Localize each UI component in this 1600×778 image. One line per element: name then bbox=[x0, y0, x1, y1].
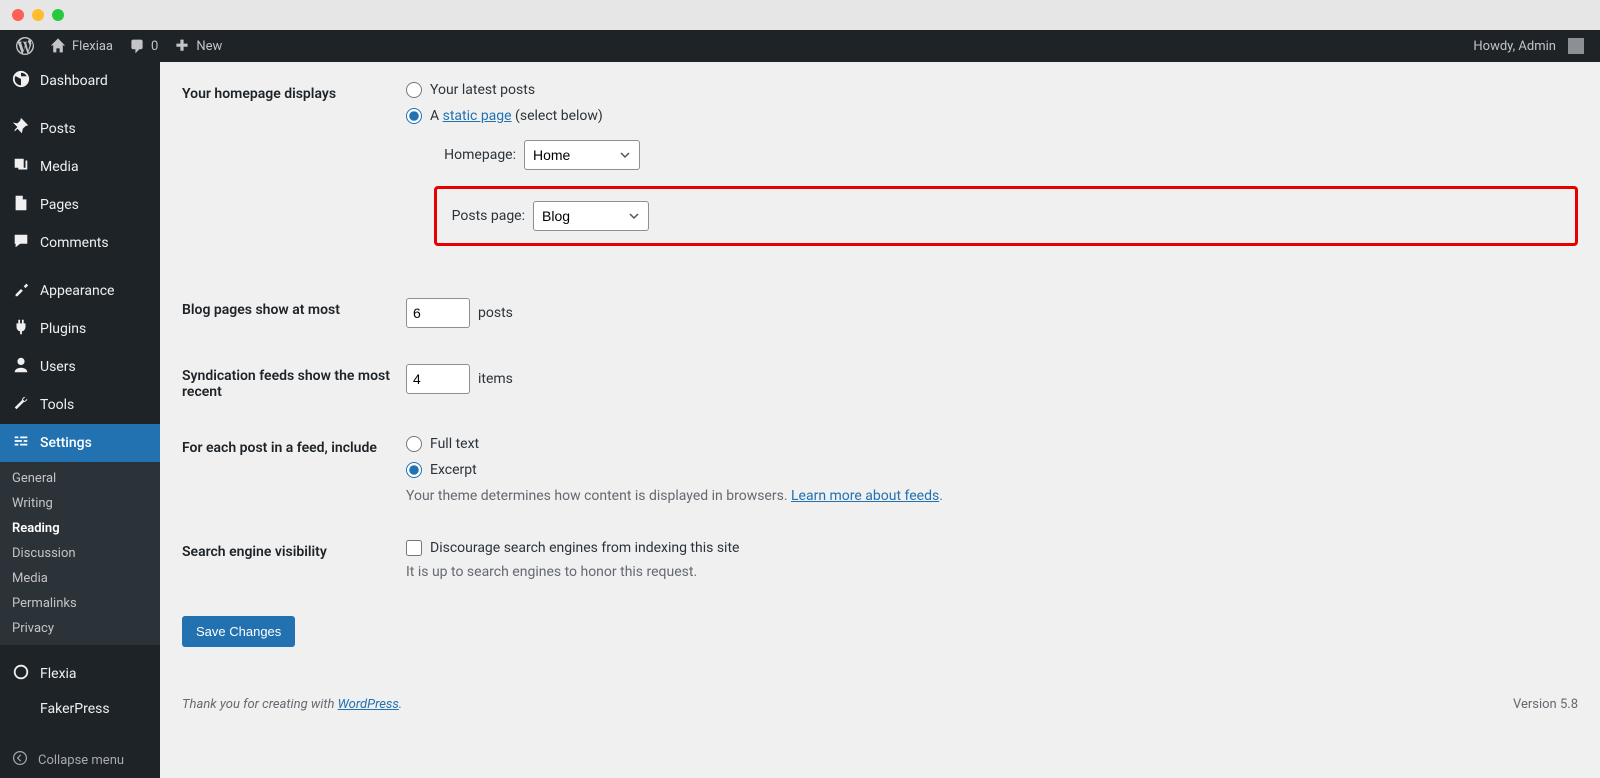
page-icon bbox=[12, 194, 30, 216]
app-window: Flexiaa 0 New Howdy, Admin Dashboard bbox=[0, 0, 1600, 778]
submenu-item-privacy[interactable]: Privacy bbox=[0, 616, 160, 641]
sidebar-item-tools[interactable]: Tools bbox=[0, 386, 160, 424]
window-controls bbox=[12, 9, 64, 21]
sidebar-item-flexia[interactable]: Flexia bbox=[0, 655, 160, 693]
new-label: New bbox=[196, 39, 222, 54]
user-menu[interactable]: Howdy, Admin bbox=[1465, 30, 1592, 62]
plugin-icon bbox=[12, 318, 30, 340]
sidebar-item-settings[interactable]: Settings bbox=[0, 424, 160, 462]
new-content-link[interactable]: New bbox=[166, 30, 230, 62]
feed-include-label: For each post in a feed, include bbox=[182, 436, 406, 504]
submenu-item-general[interactable]: General bbox=[0, 466, 160, 491]
static-page-link[interactable]: static page bbox=[443, 108, 512, 124]
wp-logo-button[interactable] bbox=[8, 30, 42, 62]
sev-hint: It is up to search engines to honor this… bbox=[406, 564, 1578, 580]
submenu-item-discussion[interactable]: Discussion bbox=[0, 541, 160, 566]
sidebar-item-dashboard[interactable]: Dashboard bbox=[0, 62, 160, 100]
collapse-menu-button[interactable]: Collapse menu bbox=[0, 742, 160, 778]
posts-page-highlight: Posts page: Blog bbox=[434, 186, 1578, 246]
sidebar-item-plugins[interactable]: Plugins bbox=[0, 310, 160, 348]
wrench-icon bbox=[12, 394, 30, 416]
radio-excerpt[interactable] bbox=[406, 462, 422, 478]
postspage-select-label: Posts page: bbox=[445, 208, 525, 224]
sidebar-item-pages[interactable]: Pages bbox=[0, 186, 160, 224]
site-link[interactable]: Flexiaa bbox=[42, 30, 121, 62]
posts-unit-label: posts bbox=[478, 305, 513, 321]
howdy-label: Howdy, Admin bbox=[1473, 39, 1556, 54]
blog-pages-label: Blog pages show at most bbox=[182, 298, 406, 328]
sidebar-item-label: Tools bbox=[40, 397, 74, 413]
comments-link[interactable]: 0 bbox=[121, 30, 166, 62]
sev-checkbox[interactable] bbox=[406, 540, 422, 556]
save-changes-button[interactable]: Save Changes bbox=[182, 616, 295, 647]
sidebar-item-label: Pages bbox=[40, 197, 79, 213]
version-label: Version 5.8 bbox=[1513, 697, 1578, 712]
radio-fulltext-label: Full text bbox=[430, 436, 479, 452]
comment-icon bbox=[129, 38, 145, 54]
theme-icon bbox=[12, 663, 30, 685]
sidebar-item-label: Media bbox=[40, 159, 79, 175]
submenu-item-writing[interactable]: Writing bbox=[0, 491, 160, 516]
minimize-window-icon[interactable] bbox=[32, 9, 44, 21]
site-name-label: Flexiaa bbox=[72, 39, 113, 54]
sliders-icon bbox=[12, 432, 30, 454]
sidebar-item-label: Dashboard bbox=[40, 73, 108, 89]
titlebar bbox=[0, 0, 1600, 30]
pin-icon bbox=[12, 118, 30, 140]
close-window-icon[interactable] bbox=[12, 9, 24, 21]
comments-count: 0 bbox=[151, 39, 158, 54]
radio-latest-posts[interactable] bbox=[406, 82, 422, 98]
sidebar-item-appearance[interactable]: Appearance bbox=[0, 272, 160, 310]
plus-icon bbox=[174, 38, 190, 54]
sidebar-item-label: FakerPress bbox=[40, 701, 110, 717]
home-icon bbox=[50, 38, 66, 54]
admin-sidebar: Dashboard Posts Media Pages Comments bbox=[0, 62, 160, 778]
sidebar-item-label: Appearance bbox=[40, 283, 114, 299]
sidebar-item-label: Posts bbox=[40, 121, 76, 137]
dashboard-icon bbox=[12, 70, 30, 92]
homepage-select-label: Homepage: bbox=[426, 147, 516, 163]
radio-excerpt-label: Excerpt bbox=[430, 462, 477, 478]
settings-submenu: General Writing Reading Discussion Media… bbox=[0, 462, 160, 645]
sidebar-item-posts[interactable]: Posts bbox=[0, 110, 160, 148]
sidebar-item-label: Comments bbox=[40, 235, 109, 251]
collapse-label: Collapse menu bbox=[38, 753, 124, 768]
sev-label: Search engine visibility bbox=[182, 540, 406, 580]
comment-icon bbox=[12, 232, 30, 254]
syndication-unit-label: items bbox=[478, 371, 513, 387]
submenu-item-reading[interactable]: Reading bbox=[0, 516, 160, 541]
wordpress-icon bbox=[16, 37, 34, 55]
homepage-select[interactable]: Home bbox=[524, 140, 640, 170]
maximize-window-icon[interactable] bbox=[52, 9, 64, 21]
syndication-count-input[interactable] bbox=[406, 364, 470, 394]
admin-bar: Flexiaa 0 New Howdy, Admin bbox=[0, 30, 1600, 62]
sev-checkbox-label: Discourage search engines from indexing … bbox=[430, 540, 739, 556]
submenu-item-permalinks[interactable]: Permalinks bbox=[0, 591, 160, 616]
sidebar-item-label: Settings bbox=[40, 435, 92, 451]
brush-icon bbox=[12, 280, 30, 302]
postspage-select[interactable]: Blog bbox=[533, 201, 649, 231]
footer: Thank you for creating with WordPress. V… bbox=[182, 697, 1578, 712]
content-area: Your homepage displays Your latest posts… bbox=[160, 62, 1600, 778]
submenu-item-media[interactable]: Media bbox=[0, 566, 160, 591]
sidebar-item-media[interactable]: Media bbox=[0, 148, 160, 186]
sidebar-item-comments[interactable]: Comments bbox=[0, 224, 160, 262]
sidebar-item-users[interactable]: Users bbox=[0, 348, 160, 386]
wordpress-link[interactable]: WordPress bbox=[338, 697, 399, 712]
radio-full-text[interactable] bbox=[406, 436, 422, 452]
sidebar-item-label: Plugins bbox=[40, 321, 86, 337]
syndication-label: Syndication feeds show the most recent bbox=[182, 364, 406, 400]
sidebar-item-label: Users bbox=[40, 359, 76, 375]
avatar bbox=[1568, 38, 1584, 54]
media-icon bbox=[12, 156, 30, 178]
radio-latest-label: Your latest posts bbox=[430, 82, 535, 98]
homepage-displays-label: Your homepage displays bbox=[182, 82, 406, 262]
learn-feeds-link[interactable]: Learn more about feeds bbox=[791, 488, 939, 504]
collapse-icon bbox=[12, 750, 28, 770]
sidebar-item-label: Flexia bbox=[40, 666, 77, 682]
radio-static-page[interactable] bbox=[406, 108, 422, 124]
sidebar-item-fakerpress[interactable]: FakerPress bbox=[0, 693, 160, 725]
posts-per-page-input[interactable] bbox=[406, 298, 470, 328]
user-icon bbox=[12, 356, 30, 378]
